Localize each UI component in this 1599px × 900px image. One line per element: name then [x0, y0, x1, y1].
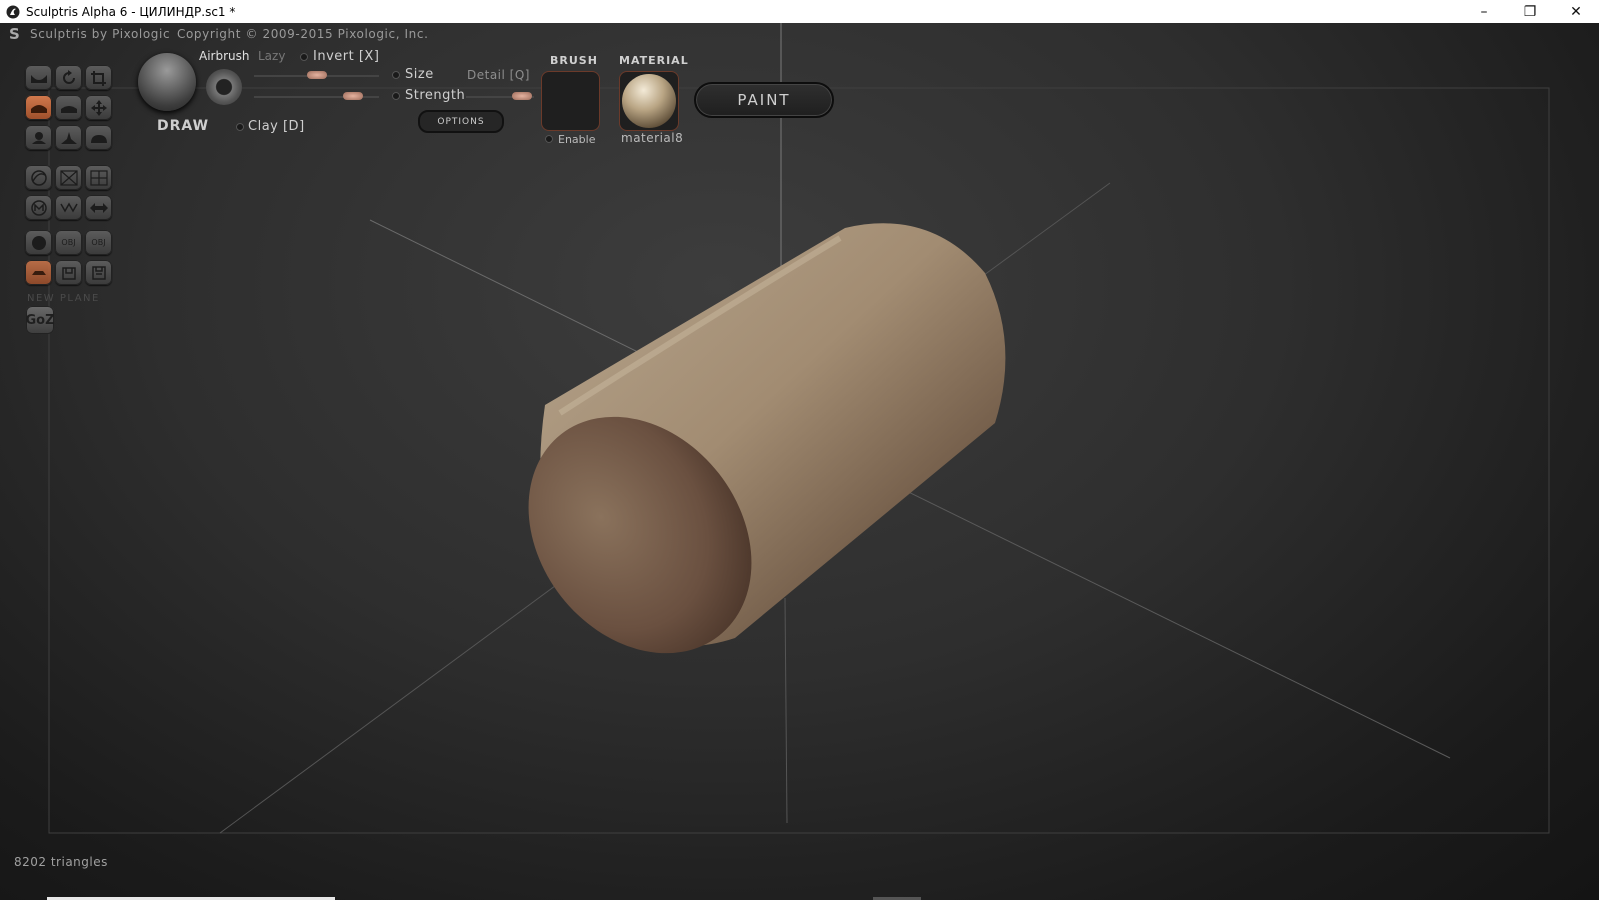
sphere-icon — [31, 235, 46, 250]
mask-button[interactable] — [25, 195, 52, 220]
brush-title: BRUSH — [550, 54, 598, 67]
3d-viewport[interactable] — [0, 23, 1599, 900]
pinch-icon — [60, 131, 77, 144]
plane-icon — [31, 270, 46, 275]
app-area: S Sculptris by Pixologic Copyright © 200… — [0, 23, 1599, 900]
reduce-icon — [59, 201, 78, 213]
open-file-icon — [61, 266, 76, 280]
new-plane-label: NEW PLANE — [27, 293, 100, 304]
brush-texture-slot[interactable] — [541, 71, 600, 131]
scale-icon — [90, 70, 106, 86]
triangle-count: 8202 triangles — [14, 855, 108, 869]
save-button[interactable] — [85, 260, 112, 285]
inflate-icon — [31, 131, 46, 144]
export-obj-button[interactable]: OBJ — [85, 230, 112, 255]
clay-label: Clay [D] — [248, 119, 305, 134]
grid-icon — [89, 169, 108, 186]
smooth-icon — [90, 134, 107, 143]
wireframe-icon — [59, 169, 78, 186]
move-icon — [90, 99, 107, 116]
window-title: Sculptris Alpha 6 - ЦИЛИНДР.sc1 * — [26, 4, 236, 19]
flatten-tool-button[interactable] — [55, 95, 82, 120]
axis-line-x-back — [369, 219, 641, 354]
flatten-icon — [60, 105, 77, 113]
reduce-button[interactable] — [55, 195, 82, 220]
crease-icon — [30, 74, 47, 83]
app-logo-icon — [6, 5, 20, 18]
material-name: material8 — [621, 131, 684, 145]
new-sphere-button[interactable] — [25, 230, 52, 255]
airbrush-toggle[interactable]: Airbrush — [199, 49, 250, 63]
mask-icon — [30, 199, 47, 216]
brand-text: Sculptris by Pixologic — [30, 27, 171, 41]
strength-label: Strength — [405, 88, 466, 103]
brush-preview-icon[interactable] — [138, 53, 196, 111]
axis-line-x-front — [879, 477, 1451, 759]
mirror-arrows-icon — [89, 202, 108, 213]
clay-radio[interactable] — [236, 123, 244, 131]
export-obj-label: OBJ — [91, 238, 106, 247]
paint-mode-button[interactable]: PAINT — [694, 82, 834, 118]
options-button[interactable]: OPTIONS — [418, 110, 504, 133]
draw-icon — [30, 104, 47, 113]
current-tool-label: DRAW — [157, 118, 210, 134]
goz-button[interactable]: GoZ — [25, 306, 55, 334]
close-button[interactable]: ✕ — [1553, 0, 1599, 23]
grid-button[interactable] — [85, 165, 112, 190]
invert-label: Invert [X] — [313, 49, 380, 64]
invert-radio[interactable] — [300, 53, 308, 61]
axis-line-z-back — [979, 182, 1111, 279]
rotate-tool-button[interactable] — [55, 65, 82, 90]
pinch-tool-button[interactable] — [55, 125, 82, 150]
inflate-tool-button[interactable] — [25, 125, 52, 150]
smooth-tool-button[interactable] — [85, 125, 112, 150]
enable-radio[interactable] — [545, 135, 553, 143]
axis-line-y-bottom — [784, 597, 788, 824]
crease-tool-button[interactable] — [25, 65, 52, 90]
import-obj-button[interactable]: OBJ — [55, 230, 82, 255]
strength-slider-handle[interactable] — [343, 92, 364, 100]
scale-tool-button[interactable] — [85, 65, 112, 90]
brush-falloff-button[interactable] — [206, 69, 242, 105]
detail-slider-handle[interactable] — [511, 92, 532, 100]
draw-tool-button[interactable] — [25, 95, 52, 120]
open-button[interactable] — [55, 260, 82, 285]
material-title: MATERIAL — [619, 54, 689, 67]
copyright-text: Copyright © 2009-2015 Pixologic, Inc. — [177, 27, 429, 41]
save-file-icon — [91, 265, 106, 280]
sculptris-logo-icon: S — [9, 25, 21, 43]
material-sphere-icon — [622, 74, 676, 128]
enable-label: Enable — [558, 133, 596, 146]
new-plane-button[interactable] — [25, 260, 52, 285]
size-slider-handle[interactable] — [306, 71, 327, 79]
grab-tool-button[interactable] — [85, 95, 112, 120]
size-radio[interactable] — [392, 71, 400, 79]
material-slot[interactable] — [619, 71, 679, 131]
symmetry-icon — [30, 169, 47, 186]
lazy-toggle[interactable]: Lazy — [258, 49, 285, 63]
minimize-button[interactable]: – — [1461, 0, 1507, 23]
detail-label: Detail [Q] — [467, 68, 530, 82]
import-obj-label: OBJ — [61, 238, 76, 247]
mirror-button[interactable] — [85, 195, 112, 220]
maximize-button[interactable]: ❐ — [1507, 0, 1553, 23]
rotate-icon — [62, 69, 75, 84]
window-titlebar: Sculptris Alpha 6 - ЦИЛИНДР.sc1 * – ❐ ✕ — [0, 0, 1599, 23]
size-label: Size — [405, 67, 434, 82]
app-header: S Sculptris by Pixologic Copyright © 200… — [0, 23, 1599, 45]
wireframe-button[interactable] — [55, 165, 82, 190]
symmetry-button[interactable] — [25, 165, 52, 190]
strength-radio[interactable] — [392, 92, 400, 100]
